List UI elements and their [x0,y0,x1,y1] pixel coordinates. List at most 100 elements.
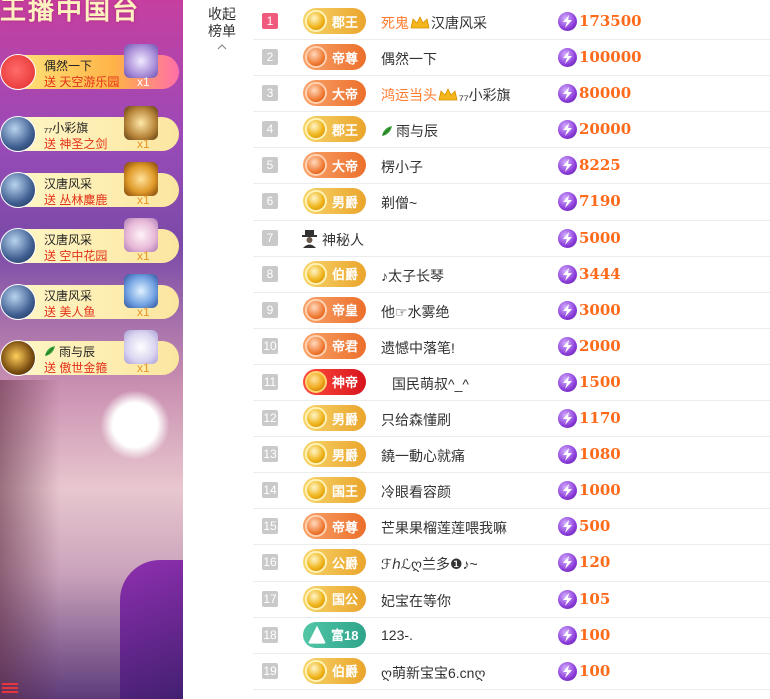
ranking-user-name[interactable]: 死鬼 汉唐风采 [381,13,487,33]
contribution-score: 120 [579,553,611,572]
stream-shadow [0,380,60,699]
lightning-coin-icon [558,517,577,537]
gift-notification: 雨与辰 送 傲世金箍 x1 [0,330,180,378]
ranking-user-name[interactable]: 雨与辰 [381,121,438,141]
ranking-row[interactable]: 15 帝尊 芒果果榴莲莲喂我嘛 500 [253,509,770,546]
collapse-label: 榜单 [208,23,236,39]
ranking-user-name[interactable]: 神秘人 [322,230,364,250]
ranking-row[interactable]: 16 公爵 ℱℎℒღ兰多❶♪~ 120 [253,545,770,582]
avatar[interactable] [0,54,36,90]
rank-badge: 帝尊 [303,513,367,540]
leaf-icon [382,126,392,137]
badge-label: 郡王 [332,14,359,30]
contribution-score: 173500 [579,12,642,30]
contribution-score: 7190 [579,192,621,211]
badge-label: 帝尊 [332,50,359,66]
rank-number: 6 [262,193,278,210]
ranking-user-name[interactable]: 123-. [381,627,413,643]
ranking-row[interactable]: 8 伯爵 ♪太子长琴 3444 [253,257,770,293]
rank-number: 17 [262,590,278,607]
ranking-user-name[interactable]: 他☞水雾绝 [381,302,450,322]
ranking-row[interactable]: 18 富18 123-. 100 [253,618,770,654]
gift-label: 送 丛林麋鹿 [44,193,108,207]
avatar[interactable] [0,228,36,264]
ranking-row[interactable]: 14 国王 冷眼看容颜 1000 [253,473,770,510]
contribution-score: 20000 [579,120,632,139]
ranking-row[interactable]: 11 神帝 国民萌叔^_^ 1500 [253,365,770,402]
contribution-score: 8225 [579,156,621,175]
ranking-user-name[interactable]: ♪太子长琴 [381,266,444,286]
app-root: 王播中国台 偶然一下 送 天空游乐园 x1 ₇₇小彩旗 送 神圣之剑 x1 汉唐… [0,0,770,699]
contribution-score: 5000 [579,228,621,247]
rank-number: 1 [262,13,278,29]
ranking-user-name[interactable]: 楞小子 [381,157,423,177]
ranking-user-name[interactable]: ℱℎℒღ兰多❶♪~ [381,554,478,574]
lightning-coin-icon [558,661,577,681]
badge-emblem-icon [305,407,327,430]
lightning-coin-icon [558,481,577,501]
badge-label: 伯爵 [332,664,359,680]
avatar[interactable] [0,116,36,152]
badge-emblem-icon [305,82,327,105]
avatar[interactable] [0,340,36,376]
collapse-ranking-button[interactable]: 收起 榜单 [183,6,261,52]
ranking-row[interactable]: 10 帝君 遗憾中落笔! 2000 [253,329,770,365]
ranking-user-name[interactable]: 妃宝在等你 [381,591,451,611]
rank-badge: 帝尊 [303,44,367,71]
sword-gift-icon [124,106,158,140]
gift-sender-name: 汉唐风采 [44,289,93,303]
ranking-user-name[interactable]: 遗憾中落笔! [381,338,455,358]
menu-icon[interactable] [2,683,18,695]
live-stream-view[interactable]: 王播中国台 偶然一下 送 天空游乐园 x1 ₇₇小彩旗 送 神圣之剑 x1 汉唐… [0,0,183,699]
ranking-user-name[interactable]: 国民萌叔^_^ [392,374,469,394]
ranking-user-name[interactable]: ღ萌新宝宝6.cnღ [381,663,485,683]
ranking-row[interactable]: 19 伯爵 ღ萌新宝宝6.cnღ 100 [253,654,770,690]
ranking-row[interactable]: 13 男爵 鐃一動心就痛 1080 [253,437,770,474]
badge-label: 神帝 [332,375,359,391]
ranking-row[interactable]: 6 男爵 剃僧~ 7190 [253,184,770,221]
avatar[interactable] [0,284,36,320]
badge-label: 国王 [332,483,359,499]
gift-count: x1 [137,305,150,319]
mermaid-gift-icon [124,274,158,308]
ranking-user-name[interactable]: 鐃一動心就痛 [381,446,465,466]
ranking-row[interactable]: 9 帝皇 他☞水雾绝 3000 [253,293,770,329]
rank-badge: 帝君 [303,332,367,359]
ranking-row[interactable]: 3 大帝 鸿运当头 ₇₇小彩旗 80000 [253,76,770,113]
ranking-user-name[interactable]: 冷眼看容颜 [381,482,451,502]
ranking-user-name[interactable]: 剃僧~ [381,193,417,213]
rank-number: 10 [262,337,278,354]
lightning-coin-icon [558,48,577,68]
ranking-user-name[interactable]: 芒果果榴莲莲喂我嘛 [381,518,507,538]
gift-count: x1 [137,75,150,89]
avatar[interactable] [0,172,36,208]
ranking-panel: 收起 榜单 1 郡王 死鬼 汉唐风采 173500 2 帝尊 偶然一下 100000 3 大帝 鸿运当… [183,0,770,699]
ranking-row[interactable]: 7 神秘人 5000 [253,221,770,257]
badge-label: 国公 [332,592,359,607]
contribution-score: 80000 [579,84,632,103]
ranking-list: 1 郡王 死鬼 汉唐风采 173500 2 帝尊 偶然一下 100000 3 大帝 鸿运当头 ₇₇小彩旗… [253,4,770,690]
badge-emblem-icon [308,625,326,644]
gift-sender-name: 汉唐风采 [44,177,93,191]
lightning-coin-icon [558,120,577,140]
ranking-row[interactable]: 17 国公 妃宝在等你 105 [253,582,770,618]
ranking-row[interactable]: 4 郡王 雨与辰 20000 [253,112,770,149]
ranking-row[interactable]: 12 男爵 只给森懂刷 1170 [253,401,770,438]
lightning-coin-icon [558,84,577,104]
rank-number: 7 [262,229,278,246]
lightning-coin-icon [558,409,577,429]
ranking-user-name[interactable]: 偶然一下 [381,49,437,69]
badge-emblem-icon [305,551,327,574]
ranking-row[interactable]: 1 郡王 死鬼 汉唐风采 173500 [253,4,770,41]
crown-icon [410,16,430,29]
rank-badge: 大帝 [303,80,367,107]
rank-badge: 大帝 [303,152,367,179]
lightning-coin-icon [558,336,577,356]
ranking-user-name[interactable]: 只给森懂刷 [381,410,451,430]
badge-label: 帝尊 [332,519,359,535]
ranking-user-name[interactable]: 鸿运当头 ₇₇小彩旗 [381,85,511,105]
ranking-row[interactable]: 2 帝尊 偶然一下 100000 [253,40,770,77]
ranking-row[interactable]: 5 大帝 楞小子 8225 [253,148,770,185]
rank-number: 8 [262,265,278,282]
badge-emblem-icon [305,190,327,213]
